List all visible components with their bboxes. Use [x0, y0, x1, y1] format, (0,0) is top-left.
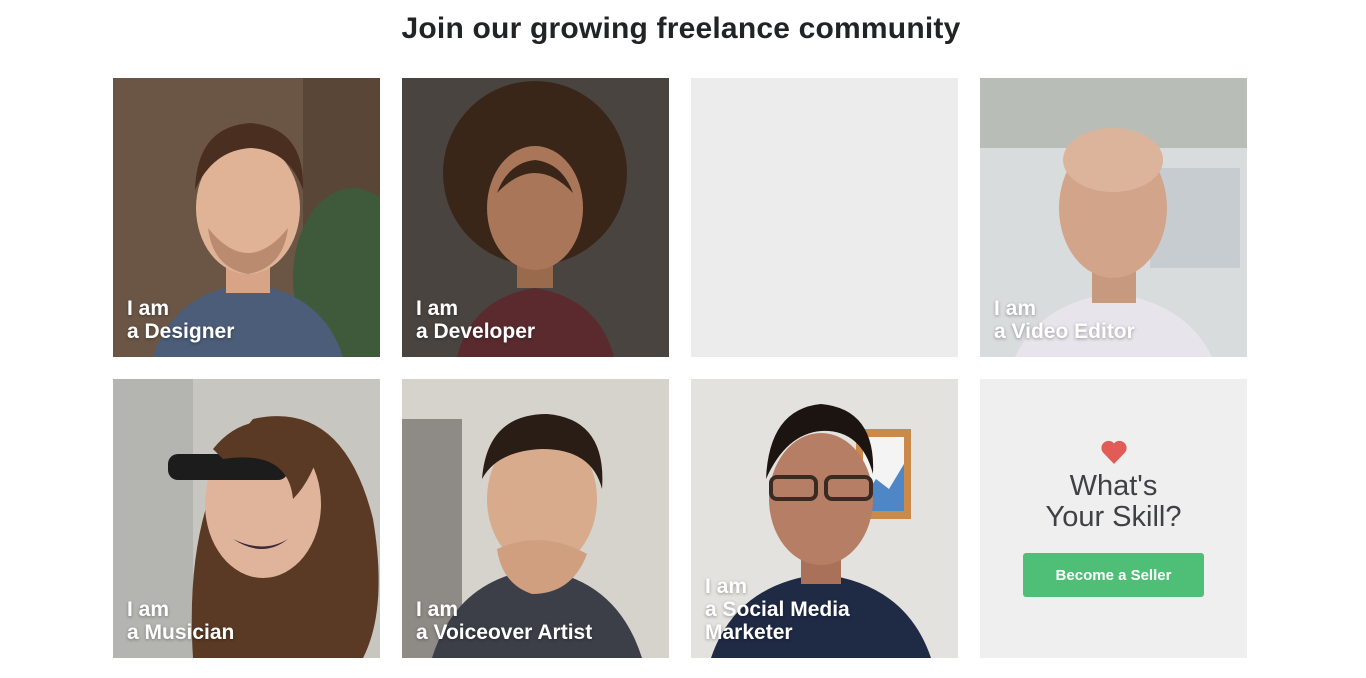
freelancer-card-developer[interactable]: I am a Developer: [402, 78, 669, 357]
card-caption: I am a Designer: [127, 297, 235, 343]
freelancer-card-musician[interactable]: I am a Musician: [113, 379, 380, 658]
card-caption: I am a Musician: [127, 598, 235, 644]
freelancer-grid: I am a Designer I am a Developer I am a …: [113, 78, 1247, 658]
freelancer-card-video-editor[interactable]: I am a Video Editor: [980, 78, 1247, 357]
freelancer-card-designer[interactable]: I am a Designer: [113, 78, 380, 357]
become-seller-card: What's Your Skill? Become a Seller: [980, 379, 1247, 658]
freelancer-card-voiceover-artist[interactable]: I am a Voiceover Artist: [402, 379, 669, 658]
freelancer-card-social-media-marketer[interactable]: I am a Social Media Marketer: [691, 379, 958, 658]
image-placeholder: [691, 78, 958, 357]
card-caption: I am a Video Editor: [994, 297, 1135, 343]
heart-icon: [1100, 440, 1127, 464]
card-caption: I am a Developer: [416, 297, 536, 343]
card-caption: I am a Social Media Marketer: [705, 575, 850, 644]
card-caption: I am a Voiceover Artist: [416, 598, 593, 644]
become-a-seller-button[interactable]: Become a Seller: [1023, 553, 1204, 597]
cta-title: What's Your Skill?: [1045, 470, 1182, 533]
page-title: Join our growing freelance community: [401, 12, 961, 45]
